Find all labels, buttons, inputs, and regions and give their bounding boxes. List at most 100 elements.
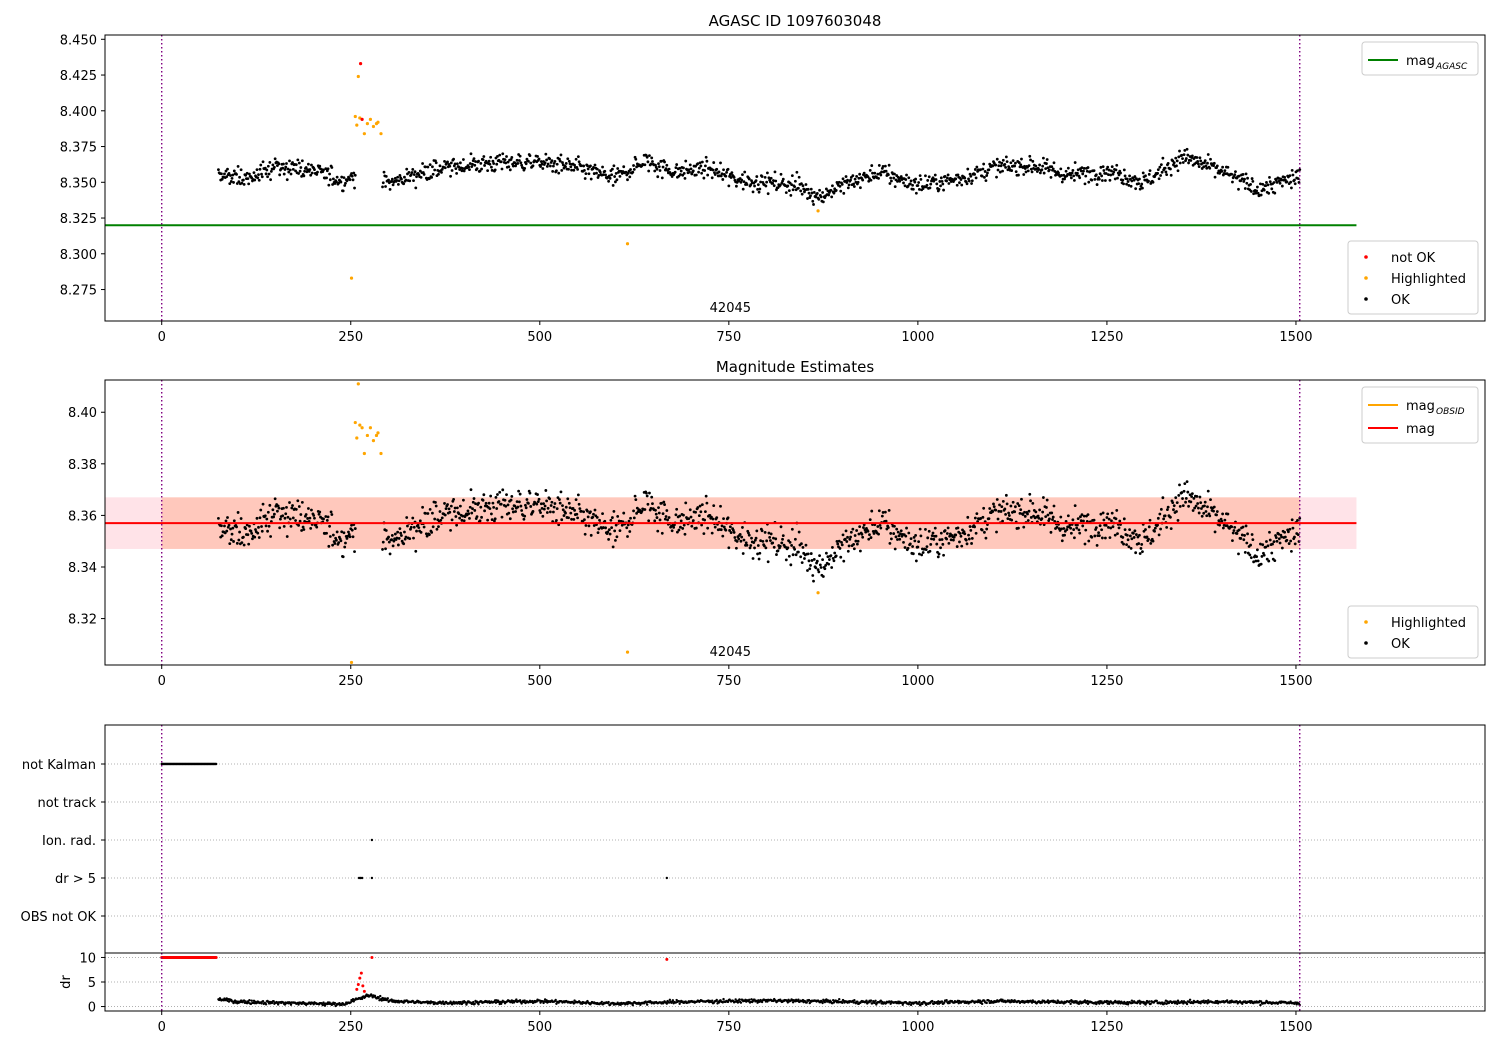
data-point-ok bbox=[1273, 191, 1277, 195]
data-point-ok bbox=[1122, 517, 1126, 521]
data-point-ok bbox=[267, 524, 271, 528]
data-point-ok bbox=[836, 542, 840, 546]
data-point-ok bbox=[1135, 533, 1138, 536]
data-point-ok bbox=[763, 530, 767, 534]
data-point-highlighted bbox=[371, 124, 376, 129]
data-point-ok bbox=[226, 516, 229, 519]
data-point-ok bbox=[1105, 516, 1109, 519]
data-point-ok bbox=[960, 544, 964, 548]
data-point-ok bbox=[517, 159, 521, 162]
data-point-ok bbox=[734, 184, 738, 188]
data-point-ok bbox=[328, 524, 331, 528]
data-point-ok bbox=[940, 538, 944, 541]
data-point-ok bbox=[1038, 163, 1042, 167]
data-point-ok bbox=[353, 550, 356, 554]
data-point-ok bbox=[1245, 541, 1249, 545]
data-point-highlighted bbox=[356, 382, 360, 386]
data-point-ok bbox=[555, 162, 559, 166]
data-point-ok bbox=[884, 519, 888, 523]
data-point-ok bbox=[241, 178, 245, 182]
data-point-ok bbox=[823, 567, 827, 571]
data-point-ok bbox=[772, 184, 776, 188]
data-point-ok bbox=[390, 534, 394, 537]
data-point-ok bbox=[412, 536, 415, 540]
data-point-ok bbox=[603, 169, 607, 173]
data-point-ok bbox=[618, 529, 622, 533]
data-point-ok bbox=[1007, 511, 1011, 515]
data-point-ok bbox=[564, 162, 568, 165]
data-point-ok bbox=[1213, 530, 1217, 534]
dr-point-ok bbox=[940, 1000, 944, 1003]
data-point-ok bbox=[410, 171, 414, 174]
panel-dr: 0510dr0 250 500 750 1000 1250 1500 bbox=[59, 951, 1486, 1035]
data-point-ok bbox=[804, 183, 808, 186]
data-point-ok bbox=[1296, 519, 1299, 522]
data-point-ok bbox=[255, 168, 259, 172]
data-point-ok bbox=[582, 164, 586, 168]
data-point-highlighted bbox=[360, 426, 364, 430]
data-point-ok bbox=[1017, 526, 1020, 530]
data-point-ok bbox=[294, 508, 298, 511]
data-point-ok bbox=[353, 527, 357, 530]
data-point-ok bbox=[535, 502, 539, 506]
data-point-ok bbox=[1111, 525, 1115, 529]
data-point-highlighted bbox=[625, 650, 630, 654]
data-point-ok bbox=[872, 532, 876, 535]
data-point-ok bbox=[984, 536, 988, 540]
data-point-ok bbox=[342, 176, 346, 180]
data-point-ok bbox=[1075, 526, 1079, 530]
data-point-ok bbox=[479, 505, 483, 509]
data-point-ok bbox=[247, 182, 251, 186]
data-point-ok bbox=[566, 157, 570, 161]
data-point-ok bbox=[657, 511, 661, 515]
data-point-ok bbox=[946, 526, 950, 530]
data-point-ok bbox=[1244, 172, 1248, 176]
data-point-ok bbox=[506, 503, 510, 507]
data-point-ok bbox=[335, 175, 339, 179]
data-point-ok bbox=[607, 179, 611, 183]
data-point-ok bbox=[550, 159, 554, 163]
data-point-ok bbox=[843, 537, 847, 541]
data-point-ok bbox=[821, 558, 824, 562]
data-point-ok bbox=[264, 524, 268, 528]
data-point-ok bbox=[1031, 159, 1035, 163]
data-point-highlighted bbox=[371, 439, 376, 443]
data-point-ok bbox=[684, 159, 688, 163]
data-point-ok bbox=[755, 175, 759, 178]
data-point-ok bbox=[384, 174, 388, 178]
data-point-ok bbox=[285, 178, 289, 182]
data-point-ok bbox=[289, 524, 293, 528]
data-point-ok bbox=[629, 516, 632, 520]
data-point-ok bbox=[849, 178, 852, 182]
data-point-ok bbox=[741, 552, 745, 555]
data-point-ok bbox=[1078, 176, 1082, 180]
data-point-ok bbox=[674, 513, 678, 517]
data-point-ok bbox=[1097, 531, 1100, 535]
x-tick-label: 750 bbox=[716, 1020, 741, 1035]
data-point-ok bbox=[724, 528, 728, 532]
data-point-ok bbox=[1094, 526, 1098, 529]
data-point-ok bbox=[331, 177, 335, 181]
data-point-ok bbox=[480, 167, 483, 171]
data-point-ok bbox=[1206, 153, 1210, 156]
data-point-ok bbox=[462, 519, 466, 523]
data-point-ok bbox=[902, 181, 905, 185]
data-point-ok bbox=[1239, 537, 1243, 540]
data-point-ok bbox=[1184, 500, 1187, 504]
data-point-ok bbox=[1051, 518, 1054, 521]
data-point-ok bbox=[434, 500, 437, 504]
data-point-ok bbox=[1175, 159, 1179, 163]
data-point-highlighted bbox=[379, 451, 383, 456]
data-point-ok bbox=[607, 538, 611, 541]
data-point-ok bbox=[552, 505, 556, 509]
dr-point-ok bbox=[738, 998, 741, 1001]
data-point-ok bbox=[574, 157, 578, 161]
data-point-ok bbox=[1014, 170, 1018, 174]
data-point-ok bbox=[893, 172, 896, 176]
data-point-ok bbox=[1290, 518, 1294, 522]
data-point-ok bbox=[1165, 525, 1169, 529]
data-point-ok bbox=[763, 175, 767, 179]
data-point-ok bbox=[501, 488, 505, 492]
data-point-ok bbox=[417, 526, 421, 530]
data-point-ok bbox=[482, 155, 486, 158]
